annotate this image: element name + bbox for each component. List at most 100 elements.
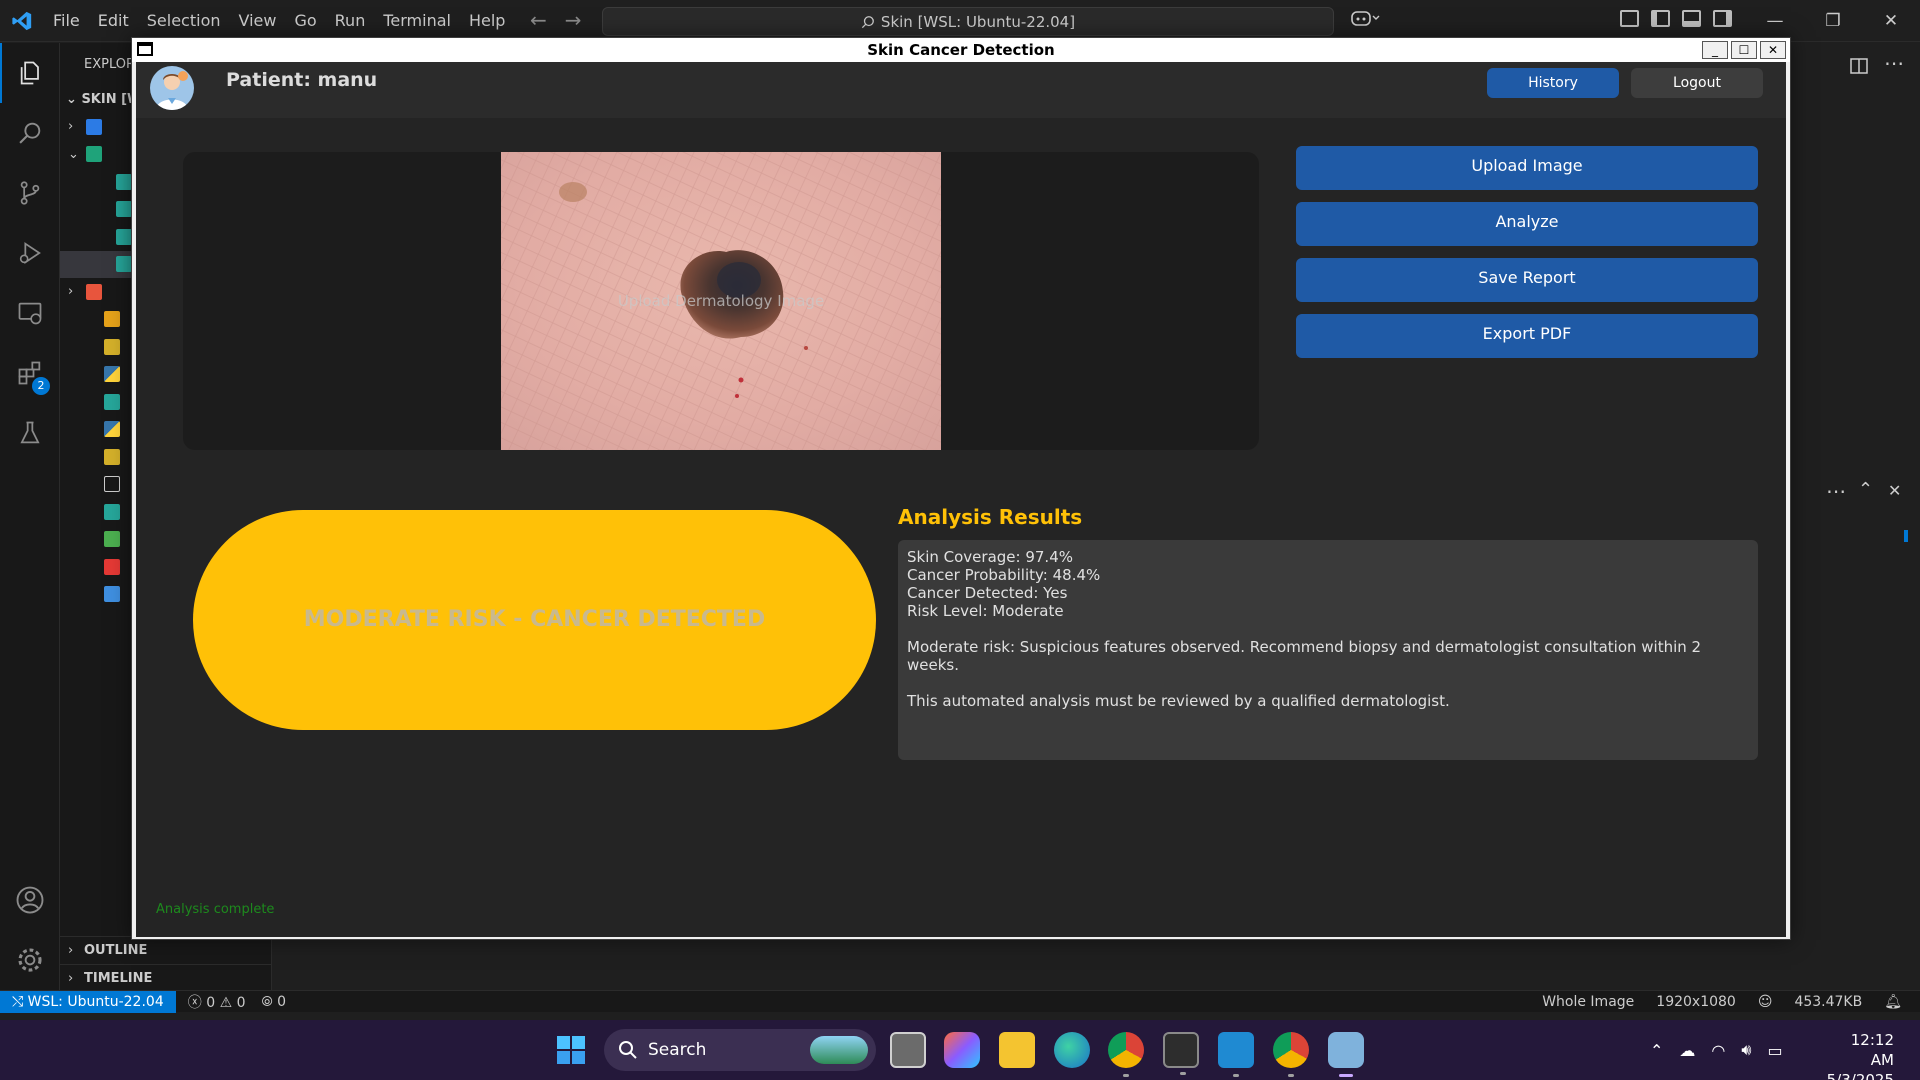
accounts-icon[interactable]	[0, 870, 60, 930]
start-windows-icon[interactable]	[556, 1035, 586, 1069]
outline-section[interactable]: › OUTLINE	[60, 936, 272, 964]
analyze-button[interactable]: Analyze	[1296, 202, 1758, 246]
remote-explorer-icon[interactable]	[0, 283, 60, 343]
ports-indicator[interactable]: ⦾ 0	[262, 994, 287, 1010]
status-bar-right: Whole Image 1920x1080 ☺ 453.47KB 🔔︎	[1542, 991, 1902, 1013]
file-icon	[104, 476, 120, 493]
error-icon: ⓧ	[187, 994, 202, 1011]
restore-icon[interactable]: ❐	[1804, 0, 1862, 42]
history-button[interactable]: History	[1487, 68, 1619, 98]
source-control-icon[interactable]	[0, 163, 60, 223]
export-pdf-button[interactable]: Export PDF	[1296, 314, 1758, 358]
python-file-icon	[104, 366, 120, 383]
close-panel-icon[interactable]: ✕	[1888, 481, 1901, 500]
clock[interactable]: 12:12 AM 5/3/2025	[1824, 1030, 1894, 1080]
close-icon[interactable]: ✕	[1760, 41, 1786, 59]
explorer-icon[interactable]	[0, 43, 60, 103]
close-icon[interactable]: ✕	[1862, 0, 1920, 42]
image-file-icon	[116, 201, 132, 218]
onedrive-cloud-icon[interactable]: ☁	[1679, 1041, 1695, 1060]
chrome-profile-icon[interactable]	[1273, 1032, 1309, 1077]
image-folder-icon	[86, 146, 102, 163]
copilot-status-icon[interactable]: ☺	[1758, 994, 1773, 1010]
layout-controls	[1620, 10, 1732, 27]
menu-bar: File Edit Selection View Go Run Terminal…	[44, 0, 514, 42]
menu-file[interactable]: File	[44, 0, 89, 42]
risk-level-line: Risk Level: Moderate	[907, 602, 1064, 620]
terminal-icon[interactable]	[1163, 1032, 1199, 1075]
menu-run[interactable]: Run	[326, 0, 375, 42]
menu-terminal[interactable]: Terminal	[374, 0, 460, 42]
problems-indicator[interactable]: ⓧ 0 ⚠ 0	[188, 992, 246, 1012]
skin-app-taskbar-icon[interactable]	[1328, 1032, 1364, 1077]
chevron-up-icon[interactable]: ⌃	[1650, 1041, 1663, 1060]
run-debug-icon[interactable]	[0, 223, 60, 283]
volume-icon[interactable]: 🔊︎	[1741, 1040, 1751, 1060]
remote-indicator[interactable]: ⤭ WSL: Ubuntu-22.04	[0, 990, 176, 1013]
windows-taskbar: Search ⌃ ☁ ◠ 🔊︎ ▭ 12:12 AM 5/3/2025	[0, 1020, 1920, 1080]
toggle-primary-sidebar-icon[interactable]	[1651, 10, 1670, 27]
settings-gear-icon[interactable]	[0, 930, 60, 990]
ports-count: 0	[277, 993, 287, 1010]
forward-arrow-icon[interactable]: →	[565, 8, 582, 32]
testing-icon[interactable]	[0, 403, 60, 463]
warning-icon: ⚠	[219, 994, 233, 1011]
python-file-icon	[104, 421, 120, 438]
upload-image-button[interactable]: Upload Image	[1296, 146, 1758, 190]
scrollbar-marker	[1904, 530, 1908, 542]
back-arrow-icon[interactable]: ←	[530, 8, 547, 32]
spreadsheet-file-icon	[104, 531, 120, 548]
wifi-icon[interactable]: ◠	[1711, 1041, 1725, 1060]
vscode-taskbar-icon[interactable]	[1218, 1032, 1254, 1077]
minimize-icon[interactable]: —	[1746, 0, 1804, 42]
image-panel[interactable]: Upload Dermatology Image	[183, 152, 1259, 450]
doctor-avatar	[150, 66, 194, 110]
extensions-badge: 2	[32, 377, 50, 395]
menu-go[interactable]: Go	[285, 0, 325, 42]
folder-icon	[86, 118, 102, 135]
image-file-icon	[104, 503, 120, 520]
timeline-section[interactable]: › TIMELINE	[60, 964, 272, 992]
more-actions-icon[interactable]: ⋯	[1884, 51, 1904, 75]
taskbar-search[interactable]: Search	[604, 1029, 876, 1071]
timeline-label: TIMELINE	[84, 971, 153, 986]
analysis-results-title: Analysis Results	[898, 505, 1083, 529]
command-center-search[interactable]: Skin [WSL: Ubuntu-22.04]	[602, 7, 1334, 36]
battery-icon[interactable]: ▭	[1767, 1041, 1782, 1060]
menu-view[interactable]: View	[230, 0, 286, 42]
more-actions-icon[interactable]: ⋯	[1826, 479, 1846, 503]
maximize-icon[interactable]: ☐	[1731, 41, 1757, 59]
chrome-icon[interactable]	[1108, 1032, 1144, 1077]
toggle-secondary-sidebar-icon[interactable]	[1713, 10, 1732, 27]
chevron-up-icon[interactable]: ⌃	[1858, 479, 1873, 500]
edge-browser-icon[interactable]	[1054, 1032, 1090, 1068]
extensions-icon[interactable]: 2	[0, 343, 60, 403]
copilot-app-icon[interactable]	[944, 1032, 980, 1068]
notifications-bell-icon[interactable]: 🔔︎	[1884, 994, 1902, 1010]
file-size-status: 453.47KB	[1794, 994, 1863, 1010]
save-report-button[interactable]: Save Report	[1296, 258, 1758, 302]
toggle-panel-icon[interactable]	[1682, 10, 1701, 27]
chevron-right-icon: ›	[68, 119, 74, 135]
file-explorer-icon[interactable]	[999, 1032, 1035, 1068]
menu-help[interactable]: Help	[460, 0, 514, 42]
menu-edit[interactable]: Edit	[89, 0, 138, 42]
search-highlight-icon	[810, 1036, 868, 1064]
image-file-icon	[116, 228, 132, 245]
logout-button[interactable]: Logout	[1631, 68, 1763, 98]
minimize-icon[interactable]: _	[1702, 41, 1728, 59]
image-file-icon	[104, 393, 120, 410]
menu-selection[interactable]: Selection	[138, 0, 230, 42]
activity-bar: 2	[0, 43, 60, 990]
copilot-icon[interactable]	[1350, 8, 1380, 33]
search-icon[interactable]	[0, 103, 60, 163]
folder-icon	[86, 283, 102, 300]
broadcast-icon: ⦾	[261, 993, 273, 1010]
app-titlebar[interactable]: Skin Cancer Detection _ ☐ ✕	[132, 38, 1790, 62]
customize-layout-icon[interactable]	[1620, 10, 1639, 27]
clock-time: 12:12 AM	[1850, 1031, 1894, 1069]
image-mode-status[interactable]: Whole Image	[1542, 994, 1634, 1010]
split-editor-icon[interactable]	[1850, 57, 1868, 75]
task-view-icon[interactable]	[890, 1032, 926, 1068]
vscode-logo-icon	[0, 0, 44, 42]
